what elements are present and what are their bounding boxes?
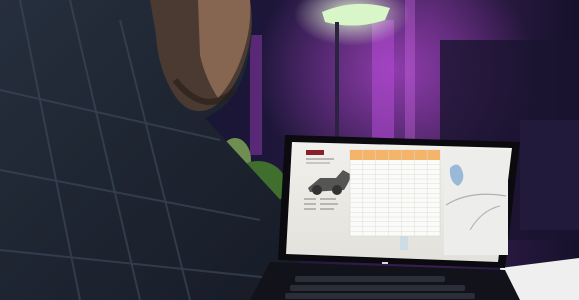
app-logo [306,150,324,155]
photo-illustration [0,0,579,300]
photo-scene [0,0,579,300]
table-header [350,150,440,160]
